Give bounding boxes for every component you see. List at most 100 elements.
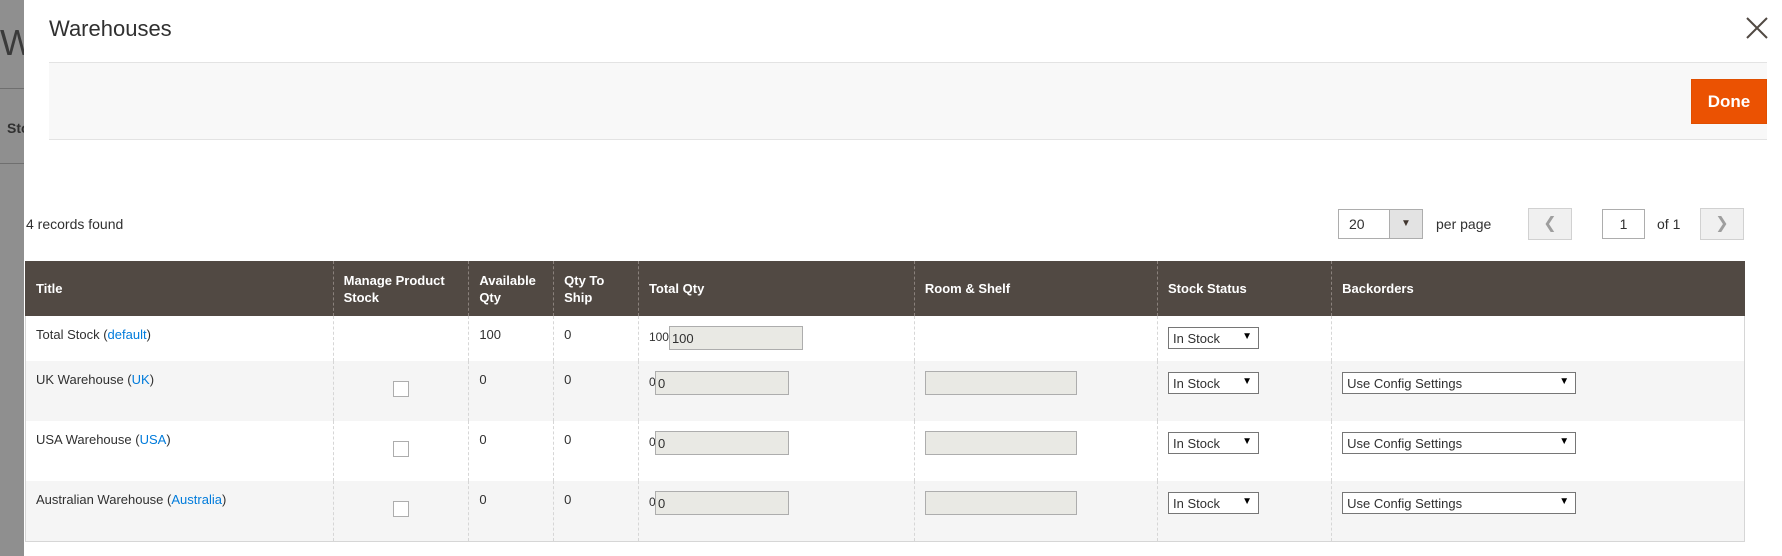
total-qty-input[interactable] bbox=[668, 326, 803, 350]
caret-down-icon: ▼ bbox=[1242, 331, 1253, 342]
available-qty: 100 bbox=[468, 316, 554, 361]
done-button[interactable]: Done bbox=[1691, 79, 1767, 124]
stock-status-cell: In Stock ▼ bbox=[1157, 421, 1332, 481]
caret-down-icon: ▼ bbox=[1559, 496, 1570, 507]
background-divider bbox=[0, 163, 24, 164]
column-header-backorders[interactable]: Backorders bbox=[1331, 261, 1745, 316]
qty-to-ship: 0 bbox=[553, 316, 639, 361]
stock-status-select[interactable]: In Stock ▼ bbox=[1168, 372, 1260, 394]
backorders-cell: Use Config Settings ▼ bbox=[1331, 421, 1745, 481]
stock-status-select[interactable]: In Stock ▼ bbox=[1168, 327, 1260, 349]
stock-status-select[interactable]: In Stock ▼ bbox=[1168, 432, 1260, 454]
qty-to-ship: 0 bbox=[553, 481, 639, 542]
background-page: Wa Sto bbox=[0, 0, 24, 556]
backorders-cell bbox=[1331, 316, 1745, 361]
backorders-select[interactable]: Use Config Settings ▼ bbox=[1342, 492, 1577, 514]
room-shelf-cell bbox=[913, 361, 1158, 421]
manage-stock-cell bbox=[332, 481, 469, 542]
table-row: Australian Warehouse (Australia) 0 0 0 I… bbox=[25, 481, 1745, 542]
manage-stock-cell bbox=[332, 361, 469, 421]
caret-down-icon: ▼ bbox=[1242, 376, 1253, 387]
manage-stock-checkbox[interactable] bbox=[392, 381, 409, 397]
caret-down-icon: ▼ bbox=[1389, 210, 1422, 238]
total-qty-value: 100 bbox=[648, 330, 669, 344]
warehouse-title: Australian Warehouse bbox=[36, 492, 164, 507]
room-shelf-cell bbox=[913, 316, 1158, 361]
room-shelf-input[interactable] bbox=[924, 491, 1077, 515]
available-qty: 0 bbox=[468, 481, 554, 542]
stock-status-value: In Stock bbox=[1173, 496, 1220, 511]
caret-down-icon: ▼ bbox=[1559, 376, 1570, 387]
backorders-value: Use Config Settings bbox=[1347, 496, 1463, 511]
warehouse-code-link[interactable]: UK bbox=[132, 372, 150, 387]
warehouse-title: USA Warehouse bbox=[36, 432, 132, 447]
total-qty-cell: 0 bbox=[637, 421, 915, 481]
chevron-right-icon: ❯ bbox=[1715, 215, 1729, 232]
warehouse-code-link[interactable]: Australia bbox=[171, 492, 222, 507]
total-qty-cell: 0 bbox=[637, 481, 915, 542]
room-shelf-input[interactable] bbox=[924, 371, 1077, 395]
caret-down-icon: ▼ bbox=[1242, 496, 1253, 507]
background-page-title: Wa bbox=[0, 22, 24, 63]
available-qty: 0 bbox=[468, 361, 554, 421]
close-icon bbox=[1746, 17, 1768, 39]
room-shelf-input[interactable] bbox=[924, 431, 1077, 455]
warehouse-code-link[interactable]: default bbox=[108, 327, 147, 342]
manage-stock-cell bbox=[332, 421, 469, 481]
title-cell: USA Warehouse (USA) bbox=[25, 421, 334, 481]
column-header-stock-status[interactable]: Stock Status bbox=[1157, 261, 1332, 316]
table-row: UK Warehouse (UK) 0 0 0 In Stock ▼ Use Co… bbox=[25, 361, 1745, 421]
close-button[interactable] bbox=[1743, 14, 1771, 42]
column-header-qty-to-ship[interactable]: Qty To Ship bbox=[553, 261, 639, 316]
column-header-manage-stock[interactable]: Manage Product Stock bbox=[332, 261, 469, 316]
stock-status-value: In Stock bbox=[1173, 331, 1220, 346]
previous-page-button[interactable]: ❮ bbox=[1528, 208, 1572, 240]
room-shelf-cell bbox=[913, 481, 1158, 542]
stock-status-cell: In Stock ▼ bbox=[1157, 481, 1332, 542]
manage-stock-cell bbox=[332, 316, 469, 361]
backorders-value: Use Config Settings bbox=[1347, 436, 1463, 451]
backorders-cell: Use Config Settings ▼ bbox=[1331, 361, 1745, 421]
warehouse-title: Total Stock bbox=[36, 327, 100, 342]
manage-stock-checkbox[interactable] bbox=[392, 441, 409, 457]
stock-status-value: In Stock bbox=[1173, 376, 1220, 391]
next-page-button[interactable]: ❯ bbox=[1700, 208, 1744, 240]
per-page-select[interactable]: 20 ▼ bbox=[1338, 209, 1423, 239]
column-header-title[interactable]: Title bbox=[25, 261, 334, 316]
total-qty-input[interactable] bbox=[654, 431, 789, 455]
per-page-label: per page bbox=[1436, 216, 1492, 232]
warehouses-table: Title Manage Product Stock Available Qty… bbox=[25, 261, 1745, 542]
title-cell: Total Stock (default) bbox=[25, 316, 334, 361]
total-qty-input[interactable] bbox=[654, 491, 789, 515]
table-row: USA Warehouse (USA) 0 0 0 In Stock ▼ Use … bbox=[25, 421, 1745, 481]
qty-to-ship: 0 bbox=[553, 361, 639, 421]
backorders-value: Use Config Settings bbox=[1347, 376, 1463, 391]
available-qty: 0 bbox=[468, 421, 554, 481]
stock-status-cell: In Stock ▼ bbox=[1157, 361, 1332, 421]
total-qty-cell: 0 bbox=[637, 361, 915, 421]
column-header-available-qty[interactable]: Available Qty bbox=[468, 261, 554, 316]
per-page-value: 20 bbox=[1349, 216, 1365, 232]
chevron-left-icon: ❮ bbox=[1543, 215, 1557, 232]
caret-down-icon: ▼ bbox=[1559, 436, 1570, 447]
manage-stock-checkbox[interactable] bbox=[392, 501, 409, 517]
column-header-room-shelf[interactable]: Room & Shelf bbox=[913, 261, 1158, 316]
page-number-input[interactable] bbox=[1602, 209, 1645, 239]
qty-to-ship: 0 bbox=[553, 421, 639, 481]
total-qty-input[interactable] bbox=[654, 371, 789, 395]
background-divider bbox=[0, 88, 24, 89]
modal-title: Warehouses bbox=[49, 16, 172, 41]
column-header-total-qty[interactable]: Total Qty bbox=[637, 261, 915, 316]
table-header-row: Title Manage Product Stock Available Qty… bbox=[25, 261, 1745, 316]
records-count: 4 records found bbox=[26, 216, 124, 232]
stock-status-select[interactable]: In Stock ▼ bbox=[1168, 492, 1260, 514]
backorders-select[interactable]: Use Config Settings ▼ bbox=[1342, 432, 1577, 454]
table-row: Total Stock (default) 100 0 100 In Stock… bbox=[25, 316, 1745, 361]
page-total: of 1 bbox=[1657, 216, 1681, 232]
title-cell: Australian Warehouse (Australia) bbox=[25, 481, 334, 542]
warehouse-title: UK Warehouse bbox=[36, 372, 124, 387]
caret-down-icon: ▼ bbox=[1242, 436, 1253, 447]
warehouse-code-link[interactable]: USA bbox=[140, 432, 167, 447]
background-tab: Sto bbox=[7, 120, 24, 136]
backorders-select[interactable]: Use Config Settings ▼ bbox=[1342, 372, 1577, 394]
